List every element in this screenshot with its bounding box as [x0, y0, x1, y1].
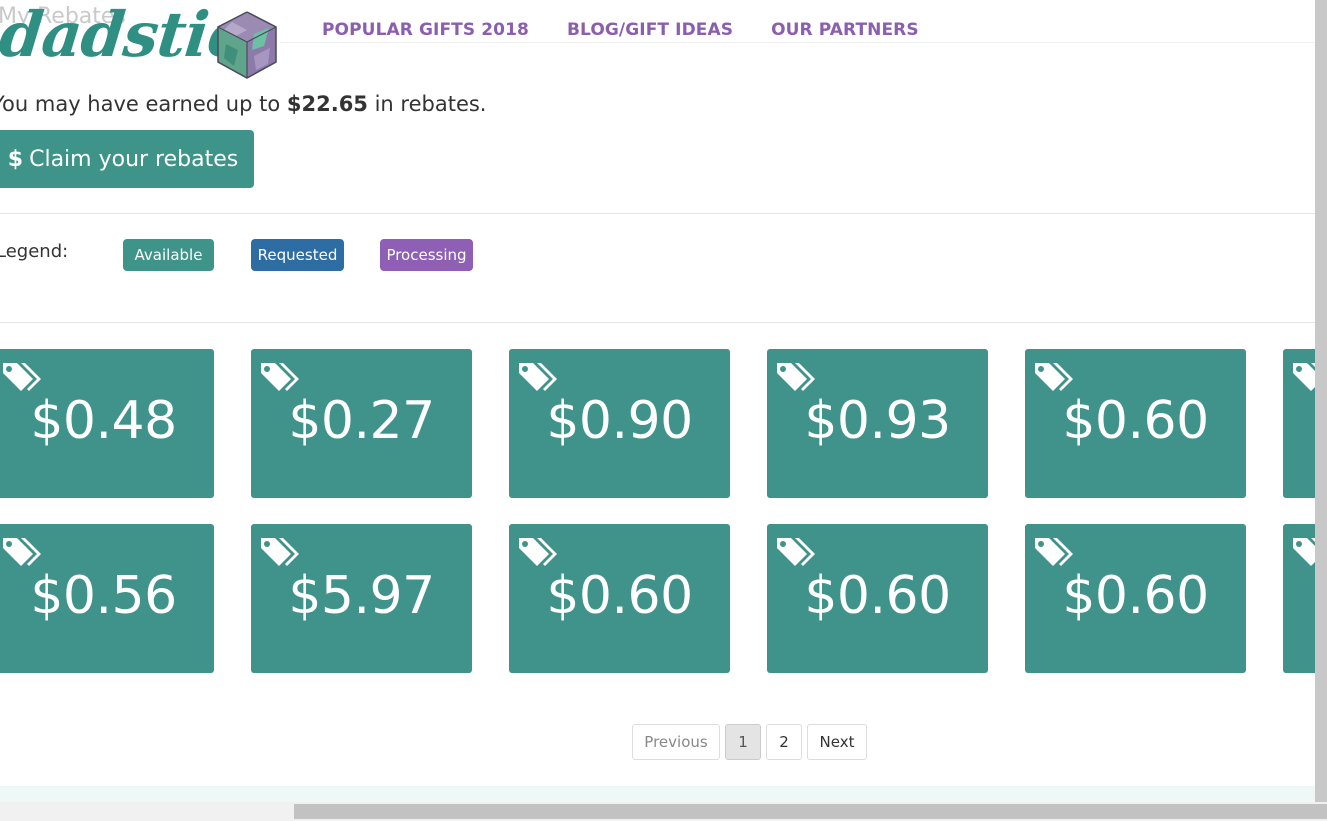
- tags-icon: [1035, 538, 1073, 566]
- rebate-card[interactable]: $0.27: [251, 349, 472, 498]
- vertical-scrollbar[interactable]: [1315, 0, 1327, 802]
- rebate-card[interactable]: [1283, 349, 1315, 498]
- rebate-amount: $0.60: [1062, 566, 1209, 626]
- pagination: Previous 1 2 Next: [632, 724, 872, 760]
- horizontal-scrollbar-thumb[interactable]: [294, 804, 1327, 819]
- tags-icon: [3, 363, 41, 391]
- rebate-card[interactable]: $0.56: [0, 524, 214, 673]
- rebate-card[interactable]: $0.93: [767, 349, 988, 498]
- pagination-next[interactable]: Next: [807, 724, 867, 760]
- tags-icon: [1035, 363, 1073, 391]
- footer-band: [0, 786, 1315, 802]
- tags-icon: [3, 538, 41, 566]
- rebate-amount: $0.56: [30, 566, 177, 626]
- rebate-card[interactable]: $0.60: [767, 524, 988, 673]
- rebate-amount: $5.97: [288, 566, 435, 626]
- pagination-page-2[interactable]: 2: [766, 724, 802, 760]
- rebate-card[interactable]: $0.48: [0, 349, 214, 498]
- rebate-card[interactable]: $5.97: [251, 524, 472, 673]
- rebate-amount: $0.60: [1062, 391, 1209, 451]
- rebate-card[interactable]: $0.90: [509, 349, 730, 498]
- tags-icon: [777, 538, 815, 566]
- tags-icon: [519, 363, 557, 391]
- rebate-amount: $0.93: [804, 391, 951, 451]
- tags-icon: [1293, 363, 1315, 391]
- rebate-amount: $0.60: [804, 566, 951, 626]
- tags-icon: [261, 538, 299, 566]
- pagination-previous[interactable]: Previous: [632, 724, 720, 760]
- rebate-amount: $0.48: [30, 391, 177, 451]
- horizontal-scrollbar[interactable]: [0, 802, 1327, 821]
- tags-icon: [777, 363, 815, 391]
- rebate-card[interactable]: $0.60: [509, 524, 730, 673]
- rebate-amount: $0.60: [546, 566, 693, 626]
- rebate-card[interactable]: $0.60: [1025, 524, 1246, 673]
- rebate-amount: $0.90: [546, 391, 693, 451]
- tags-icon: [1293, 538, 1315, 566]
- rebate-card[interactable]: $0.60: [1025, 349, 1246, 498]
- pagination-page-1[interactable]: 1: [725, 724, 761, 760]
- tags-icon: [519, 538, 557, 566]
- tags-icon: [261, 363, 299, 391]
- rebate-card[interactable]: [1283, 524, 1315, 673]
- rebate-amount: $0.27: [288, 391, 435, 451]
- rebate-grid: $0.48 $0.27 $0.90 $0.93 $0.60 $0.56 $5.9…: [0, 0, 1315, 700]
